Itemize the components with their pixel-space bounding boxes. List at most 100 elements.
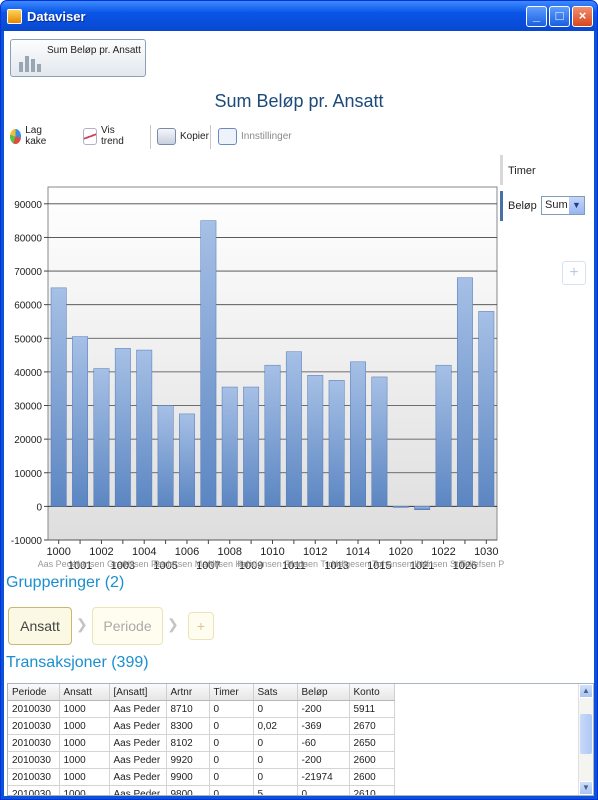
bar — [243, 386, 260, 507]
column-header[interactable]: Ansatt — [59, 684, 110, 701]
bar — [221, 386, 238, 507]
series-belop[interactable]: Beløp — [508, 200, 537, 212]
table-cell: 1000 — [59, 734, 110, 752]
table-cell: 8710 — [166, 700, 210, 718]
grouping-ansatt-label: Ansatt — [20, 618, 60, 634]
table-row[interactable]: 2010030 1000 Aas Peder 8710 0 0 -200 5911 — [8, 700, 395, 718]
aggregate-select[interactable]: Sum ▼ — [541, 196, 585, 215]
window-title: Dataviser — [27, 9, 86, 24]
scroll-down-button[interactable]: ▼ — [579, 781, 593, 795]
table-cell: 1000 — [59, 768, 110, 786]
bar — [136, 349, 153, 507]
x-tick-label: 1030 — [474, 546, 498, 558]
close-button[interactable]: × — [572, 6, 593, 27]
chevron-right-icon: ❯ — [167, 616, 179, 632]
pie-chart-icon — [10, 128, 22, 144]
y-tick-label: 90000 — [14, 200, 42, 211]
column-header[interactable]: Beløp — [297, 684, 350, 701]
table-cell: -200 — [297, 700, 350, 718]
table-cell: 0 — [253, 734, 298, 752]
maximize-button[interactable]: □ — [549, 6, 570, 27]
table-cell: 9900 — [166, 768, 210, 786]
y-tick-label: 10000 — [14, 469, 42, 480]
table-cell: 1000 — [59, 751, 110, 769]
table-row[interactable]: 2010030 1000 Aas Peder 9900 0 0 -21974 2600 — [8, 768, 395, 786]
y-tick-label: 80000 — [14, 233, 42, 244]
plus-icon: + — [196, 618, 206, 634]
table-cell: -200 — [297, 751, 350, 769]
table-cell: 1000 — [59, 785, 110, 795]
settings-button[interactable]: Innstillinger — [218, 125, 292, 147]
series-panel: Timer Beløp Sum ▼ + — [498, 153, 594, 285]
table-cell: 1000 — [59, 717, 110, 735]
table-row[interactable]: 2010030 1000 Aas Peder 9920 0 0 -200 2600 — [8, 751, 395, 769]
aggregate-value: Sum — [545, 199, 568, 211]
column-header[interactable]: Periode — [8, 684, 60, 701]
column-header[interactable]: Artnr — [166, 684, 210, 701]
x-tick-label: 1012 — [303, 546, 327, 558]
x-name-label: Tollefsen Per — [460, 559, 504, 569]
table-cell: 0 — [209, 768, 254, 786]
pie-button-label: Lag kake — [25, 125, 47, 147]
minimize-button[interactable]: _ — [526, 6, 547, 27]
y-tick-label: 40000 — [14, 368, 42, 379]
table-cell: 8300 — [166, 717, 210, 735]
x-tick-label: 1002 — [89, 546, 113, 558]
checklist-icon — [218, 127, 237, 145]
toolbar-separator — [150, 125, 151, 149]
x-tick-label: 1006 — [175, 546, 199, 558]
x-tick-label: 1008 — [217, 546, 241, 558]
table-cell: -21974 — [297, 768, 350, 786]
trend-button-label: Vis trend — [101, 125, 124, 147]
bar — [328, 380, 345, 507]
bar — [114, 348, 131, 507]
transactions-grid[interactable]: Periode Ansatt [Ansatt] Artnr Timer Sats Beløp… — [7, 683, 594, 796]
series-marker-belop — [500, 191, 503, 221]
table-row[interactable]: 2010030 1000 Aas Peder 8300 0 0,02 -369 2670 — [8, 717, 395, 735]
table-cell: 9920 — [166, 751, 210, 769]
bar — [50, 287, 67, 507]
y-tick-label: 50000 — [14, 334, 42, 345]
bar — [72, 336, 89, 507]
table-cell: 0 — [209, 717, 254, 735]
grouping-periode[interactable]: Periode — [92, 607, 163, 645]
table-cell: 0 — [253, 751, 298, 769]
table-cell: 2010030 — [8, 734, 60, 752]
table-cell: -369 — [297, 717, 350, 735]
scroll-up-button[interactable]: ▲ — [579, 684, 593, 698]
app-icon — [7, 9, 22, 24]
column-header[interactable]: Sats — [253, 684, 298, 701]
grouping-ansatt[interactable]: Ansatt — [8, 607, 72, 645]
y-tick-label: 20000 — [14, 435, 42, 446]
table-cell: 0 — [209, 785, 254, 795]
pie-button[interactable]: Lag kake — [10, 125, 52, 147]
copy-button-label: Kopier — [180, 130, 209, 142]
table-cell: 8102 — [166, 734, 210, 752]
table-cell: Aas Peder — [109, 734, 167, 752]
scroll-thumb[interactable] — [580, 714, 592, 754]
column-header[interactable]: Timer — [209, 684, 254, 701]
table-row[interactable]: 2010030 1000 Aas Peder 8102 0 0 -60 2650 — [8, 734, 395, 752]
table-cell: 2600 — [349, 768, 395, 786]
copy-button[interactable]: Kopier — [157, 125, 209, 147]
column-header[interactable]: [Ansatt] — [109, 684, 167, 701]
bar — [414, 506, 431, 510]
trend-button[interactable]: Vis trend — [83, 125, 129, 147]
table-cell: 0 — [209, 734, 254, 752]
report-button[interactable]: Sum Beløp pr. Ansatt — [10, 39, 146, 77]
table-cell: 0 — [253, 768, 298, 786]
series-timer[interactable]: Timer — [508, 165, 536, 177]
title-bar[interactable]: Dataviser _ □ × — [1, 1, 597, 31]
x-tick-label: 1014 — [346, 546, 370, 558]
vertical-scrollbar[interactable]: ▲ ▼ — [578, 684, 593, 795]
table-row[interactable]: 2010030 1000 Aas Peder 9800 0 5 0 2610 — [8, 785, 395, 795]
add-series-button[interactable]: + — [562, 261, 586, 285]
column-header[interactable]: Konto — [349, 684, 395, 701]
table-cell: 0 — [253, 700, 298, 718]
add-grouping-button[interactable]: + — [188, 612, 214, 640]
table-cell: 2010030 — [8, 768, 60, 786]
x-tick-label: 1000 — [46, 546, 70, 558]
y-tick-label: 30000 — [14, 402, 42, 413]
y-tick-label: 60000 — [14, 301, 42, 312]
bar — [350, 361, 366, 507]
